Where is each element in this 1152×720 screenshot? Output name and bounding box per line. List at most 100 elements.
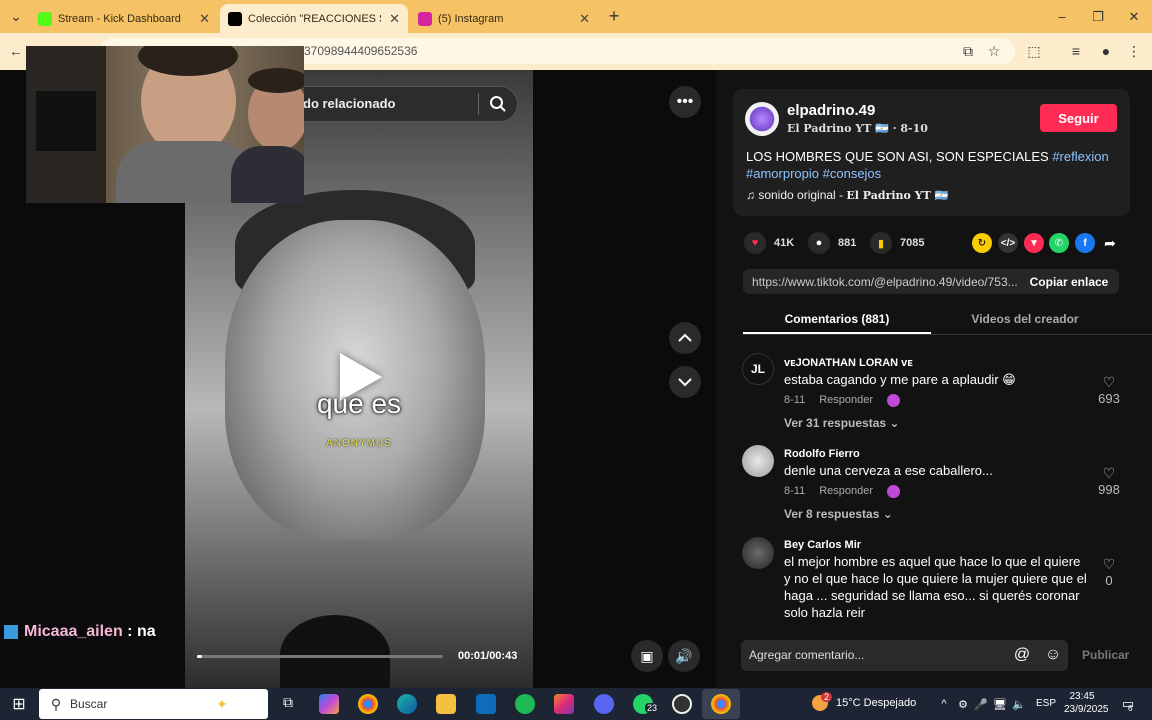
weather-badge: 2 [821, 692, 833, 702]
windows-start-icon[interactable]: ⊞ [9, 694, 29, 714]
close-tab-icon[interactable]: ✕ [389, 11, 400, 27]
comment-like-button[interactable]: ♡ 693 [1089, 374, 1129, 406]
volume-icon[interactable]: 🔊 [668, 640, 700, 672]
publish-button[interactable]: Publicar [1082, 648, 1129, 662]
video-watermark: ANONYMUS [326, 438, 392, 449]
hashtag-link[interactable]: #amorpropio [746, 166, 819, 181]
follow-button[interactable]: Seguir [1040, 104, 1117, 132]
close-tab-icon[interactable]: ✕ [199, 11, 210, 27]
more-options-icon[interactable]: ••• [669, 86, 701, 118]
commenter-name[interactable]: Bey Carlos Mir [784, 539, 861, 551]
profile-avatar[interactable]: ● [1096, 41, 1116, 61]
view-replies-button[interactable]: Ver 31 respuestas ⌄ [784, 416, 899, 430]
back-arrow-icon[interactable]: ← [6, 41, 26, 61]
comment-button[interactable]: ● 881 [808, 232, 856, 254]
sound-link[interactable]: ♫ sonido original - El Padrino YT 🇦🇷 [746, 188, 948, 202]
commenter-name[interactable]: Rodolfo Fierro [784, 448, 860, 460]
copilot-icon[interactable] [319, 694, 339, 714]
clock[interactable]: 23:45 23/9/2025 [1064, 690, 1109, 716]
browser-tab-kick[interactable]: Stream - Kick Dashboard ✕ [30, 4, 218, 33]
hashtag-link[interactable]: #reflexion [1052, 149, 1108, 164]
media-controls-icon[interactable]: ≡ [1066, 41, 1086, 61]
commenter-avatar[interactable]: JL [742, 353, 774, 385]
comment-placeholder[interactable]: Agregar comentario... [749, 648, 864, 662]
weather-text[interactable]: 15°C Despejado [836, 697, 916, 709]
mention-icon[interactable]: @ [1012, 645, 1032, 665]
browser-menu-icon[interactable]: ⋮ [1124, 41, 1144, 61]
search-highlight-icon: ✦ [216, 695, 228, 712]
close-window-button[interactable]: ✕ [1116, 0, 1152, 33]
repost-icon[interactable]: ↻ [972, 233, 992, 253]
chrome-icon[interactable] [358, 694, 378, 714]
tab-search-icon[interactable]: ⌄ [6, 6, 26, 26]
comment-meta: 8-11 Responder [784, 485, 914, 498]
streamer-webcam [26, 46, 304, 203]
microphone-icon[interactable]: 🎤 [971, 694, 991, 714]
video-progress-bar[interactable] [197, 655, 443, 658]
instagram-icon[interactable] [554, 694, 574, 714]
language-indicator[interactable]: ESP [1036, 698, 1056, 709]
commenter-avatar[interactable] [742, 445, 774, 477]
taskbar-search-text[interactable]: Buscar [70, 697, 107, 711]
chevron-down-icon [678, 378, 692, 387]
obs-icon[interactable] [672, 694, 692, 714]
url-text[interactable]: 37098944409652536 [304, 44, 417, 58]
hashtag-link[interactable]: #consejos [823, 166, 882, 181]
facebook-icon[interactable]: f [1075, 233, 1095, 253]
taskbar-search-icon: ⚲ [50, 695, 62, 712]
speaker-icon[interactable]: 🔈 [1009, 694, 1029, 714]
send-to-friends-icon[interactable]: ▼ [1024, 233, 1044, 253]
tray-chevron-icon[interactable]: ^ [934, 694, 954, 714]
tab-comments[interactable]: Comentarios (881) [743, 312, 931, 326]
extensions-icon[interactable]: ⬚ [1024, 41, 1044, 61]
minimize-button[interactable]: – [1044, 0, 1080, 33]
next-video-button[interactable] [669, 366, 701, 398]
whatsapp-icon[interactable]: ✆ [1049, 233, 1069, 253]
author-nickname: El Padrino YT 🇦🇷 · 8-10 [787, 122, 928, 135]
commenter-avatar[interactable] [742, 537, 774, 569]
chrome-active-icon[interactable] [711, 694, 731, 714]
search-divider [478, 93, 479, 115]
browser-tab-tiktok[interactable]: Colección "REACCIONES STREA ✕ [220, 4, 408, 33]
author-username[interactable]: elpadrino.49 [787, 102, 875, 119]
browser-tab-instagram[interactable]: (5) Instagram ✕ [410, 4, 598, 33]
search-icon[interactable] [488, 94, 508, 114]
stream-chat-message: Micaaa_ailen : na [4, 623, 156, 641]
commenter-name[interactable]: ᴠᴇJONATHAN LORAN ᴠᴇ [784, 357, 913, 369]
copy-link-button[interactable]: Copiar enlace [1019, 269, 1119, 294]
bookmark-star-icon[interactable]: ☆ [984, 41, 1004, 61]
video-frame-microphone [280, 615, 390, 688]
file-explorer-icon[interactable] [436, 694, 456, 714]
edge-icon[interactable] [397, 694, 417, 714]
reply-button[interactable]: Responder [819, 485, 873, 497]
maximize-button[interactable]: ❐ [1080, 0, 1116, 33]
video-time: 00:01/00:43 [458, 650, 518, 662]
whatsapp-badge: 23 [645, 703, 660, 713]
install-app-icon[interactable]: ⧉ [958, 41, 978, 61]
author-avatar[interactable] [745, 102, 779, 136]
picture-in-picture-icon[interactable]: ▣ [631, 640, 663, 672]
task-view-icon[interactable]: ⧉ [278, 694, 298, 714]
video-subtitle: que es [316, 388, 402, 419]
reply-button[interactable]: Responder [819, 394, 873, 406]
new-tab-button[interactable]: + [604, 6, 624, 26]
bookmark-icon: ▮ [870, 232, 892, 254]
tab-creator-videos[interactable]: Videos del creador [931, 312, 1119, 326]
video-link[interactable]: https://www.tiktok.com/@elpadrino.49/vid… [752, 275, 1020, 289]
embed-icon[interactable]: </> [998, 233, 1018, 253]
outlook-icon[interactable] [476, 694, 496, 714]
tray-app-icon[interactable]: ⚙ [953, 694, 973, 714]
view-replies-button[interactable]: Ver 8 respuestas ⌄ [784, 507, 893, 521]
spotify-icon[interactable] [515, 694, 535, 714]
emoji-icon[interactable]: ☺ [1043, 645, 1063, 665]
comment-like-button[interactable]: ♡ 998 [1089, 465, 1129, 497]
previous-video-button[interactable] [669, 322, 701, 354]
close-tab-icon[interactable]: ✕ [579, 11, 590, 27]
like-button[interactable]: ♥ 41K [744, 232, 794, 254]
discord-icon[interactable] [594, 694, 614, 714]
share-arrow-icon[interactable]: ➦ [1100, 233, 1120, 253]
save-button[interactable]: ▮ 7085 [870, 232, 924, 254]
related-search-text[interactable]: do relacionado [303, 96, 395, 111]
network-icon[interactable]: 🖥 [990, 694, 1010, 714]
comment-like-button[interactable]: ♡ 0 [1089, 556, 1129, 588]
